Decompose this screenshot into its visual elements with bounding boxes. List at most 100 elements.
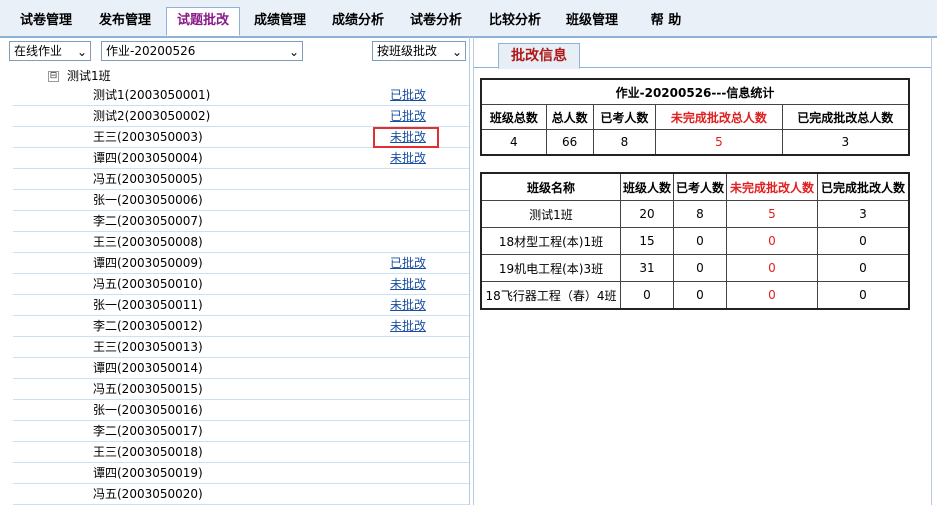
col-ungraded-total: 未完成批改总人数: [655, 104, 783, 130]
table-header-row: 班级名称 班级人数 已考人数 未完成批改人数 已完成批改人数: [480, 172, 910, 201]
tab-score-analysis[interactable]: 成绩分析: [322, 8, 394, 35]
student-row: 谭四(2003050004) 未批改: [13, 148, 469, 169]
student-row: 测试2(2003050002) 已批改: [13, 106, 469, 127]
table-cell: 0: [673, 281, 727, 310]
student-row: 冯五(2003050020): [13, 484, 469, 505]
student-row: 王三(2003050018): [13, 442, 469, 463]
student-row: 谭四(2003050014): [13, 358, 469, 379]
table-cell: 66: [545, 129, 594, 156]
student-name: 冯五(2003050020): [93, 487, 203, 501]
table-cell: 20: [620, 200, 674, 228]
grading-status-link[interactable]: 已批改: [390, 106, 426, 126]
grading-status-link[interactable]: 未批改: [390, 295, 426, 315]
chevron-down-icon: ⌄: [76, 45, 87, 59]
table-row: 作业-20200526---信息统计: [480, 78, 910, 105]
student-row: 冯五(2003050015): [13, 379, 469, 400]
col-graded: 已完成批改人数: [817, 172, 910, 201]
student-name: 王三(2003050018): [93, 445, 203, 459]
col-graded-total: 已完成批改总人数: [781, 104, 910, 130]
table-cell: 0: [673, 254, 727, 282]
tab-exam-analysis[interactable]: 试卷分析: [400, 8, 472, 35]
table-row: 4 66 8 5 3: [480, 129, 910, 156]
tab-class-management[interactable]: 班级管理: [556, 8, 628, 35]
student-row: 冯五(2003050005): [13, 169, 469, 190]
student-name: 李二(2003050017): [93, 424, 203, 438]
table-row: 测试1班 20 8 5 3: [480, 200, 910, 228]
student-row: 李二(2003050007): [13, 211, 469, 232]
tab-exam-management[interactable]: 试卷管理: [10, 8, 82, 35]
table-cell: 19机电工程(本)3班: [480, 254, 621, 282]
tab-comparison-analysis[interactable]: 比较分析: [479, 8, 551, 35]
grading-mode-select[interactable]: 按班级批改 ⌄: [372, 41, 466, 61]
student-name: 王三(2003050008): [93, 235, 203, 249]
table-cell: 4: [480, 129, 547, 156]
table-cell: 0: [673, 227, 727, 255]
table-cell: 3: [817, 200, 910, 228]
student-name: 冯五(2003050010): [93, 277, 203, 291]
grading-status-link[interactable]: 未批改: [390, 148, 426, 168]
student-row: 张一(2003050006): [13, 190, 469, 211]
table-cell: 0: [817, 281, 910, 310]
col-total-people: 总人数: [545, 104, 594, 130]
col-tested: 已考人数: [673, 172, 727, 201]
stats-title: 作业-20200526---信息统计: [480, 78, 910, 105]
tab-help[interactable]: 帮 助: [636, 8, 696, 35]
col-class-name: 班级名称: [480, 172, 621, 201]
chevron-down-icon: ⌄: [451, 45, 462, 59]
student-name: 冯五(2003050005): [93, 172, 203, 186]
tab-grading-info[interactable]: 批改信息: [498, 43, 580, 69]
student-row: 王三(2003050008): [13, 232, 469, 253]
student-name: 张一(2003050011): [93, 298, 203, 312]
col-ungraded: 未完成批改人数: [726, 172, 818, 201]
summary-stats-table: 作业-20200526---信息统计 班级总数 总人数 已考人数 未完成批改总人…: [480, 78, 910, 156]
table-header-row: 班级总数 总人数 已考人数 未完成批改总人数 已完成批改总人数: [480, 104, 910, 130]
panel-tab-bar: 批改信息: [474, 37, 931, 69]
tab-publish-management[interactable]: 发布管理: [89, 8, 161, 35]
table-cell: 测试1班: [480, 200, 621, 228]
table-cell: 5: [655, 129, 783, 156]
table-row: 19机电工程(本)3班 31 0 0 0: [480, 254, 910, 282]
student-name: 李二(2003050007): [93, 214, 203, 228]
student-name: 测试2(2003050002): [93, 109, 211, 123]
table-cell: 0: [817, 227, 910, 255]
class-tree-node[interactable]: ⊟ 测试1班: [48, 67, 111, 85]
student-name: 谭四(2003050014): [93, 361, 203, 375]
tab-score-management[interactable]: 成绩管理: [244, 8, 316, 35]
table-cell: 8: [673, 200, 727, 228]
student-name: 张一(2003050016): [93, 403, 203, 417]
student-row: 测试1(2003050001) 已批改: [13, 85, 469, 106]
student-name: 王三(2003050013): [93, 340, 203, 354]
student-row: 张一(2003050016): [13, 400, 469, 421]
student-name: 谭四(2003050019): [93, 466, 203, 480]
filter-controls: 在线作业 ⌄ 作业-20200526 ⌄ 按班级批改 ⌄: [5, 37, 469, 65]
student-name: 张一(2003050006): [93, 193, 203, 207]
table-cell: 0: [726, 227, 818, 255]
class-stats-table: 班级名称 班级人数 已考人数 未完成批改人数 已完成批改人数 测试1班 20 8…: [480, 172, 910, 310]
grading-status-link[interactable]: 已批改: [390, 253, 426, 273]
student-name: 谭四(2003050004): [93, 151, 203, 165]
student-rows: 测试1(2003050001) 已批改 测试2(2003050002) 已批改 王三…: [13, 85, 469, 505]
student-row: 王三(2003050013): [13, 337, 469, 358]
top-navigation: 试卷管理 发布管理 试题批改 成绩管理 成绩分析 试卷分析 比较分析 班级管理 …: [0, 0, 937, 38]
student-name: 王三(2003050003): [93, 130, 203, 144]
student-row: 张一(2003050011) 未批改: [13, 295, 469, 316]
table-cell: 0: [817, 254, 910, 282]
homework-select[interactable]: 作业-20200526 ⌄: [101, 41, 303, 61]
grading-status-link[interactable]: 已批改: [390, 85, 426, 105]
student-row: 谭四(2003050019): [13, 463, 469, 484]
collapse-toggle-icon[interactable]: ⊟: [48, 71, 59, 82]
student-row: 李二(2003050017): [13, 421, 469, 442]
table-cell: 15: [620, 227, 674, 255]
grading-mode-value: 按班级批改: [377, 44, 438, 58]
homework-type-select[interactable]: 在线作业 ⌄: [9, 41, 91, 61]
table-cell: 0: [726, 254, 818, 282]
student-row: 李二(2003050012) 未批改: [13, 316, 469, 337]
grading-status-link[interactable]: 未批改: [390, 316, 426, 336]
table-row: 18飞行器工程（春）4班 0 0 0 0: [480, 281, 910, 310]
tab-grading[interactable]: 试题批改: [166, 7, 240, 36]
grading-status-link[interactable]: 未批改: [390, 274, 426, 294]
table-row: 18材型工程(本)1班 15 0 0 0: [480, 227, 910, 255]
table-cell: 8: [592, 129, 657, 156]
table-cell: 31: [620, 254, 674, 282]
table-cell: 0: [620, 281, 674, 310]
